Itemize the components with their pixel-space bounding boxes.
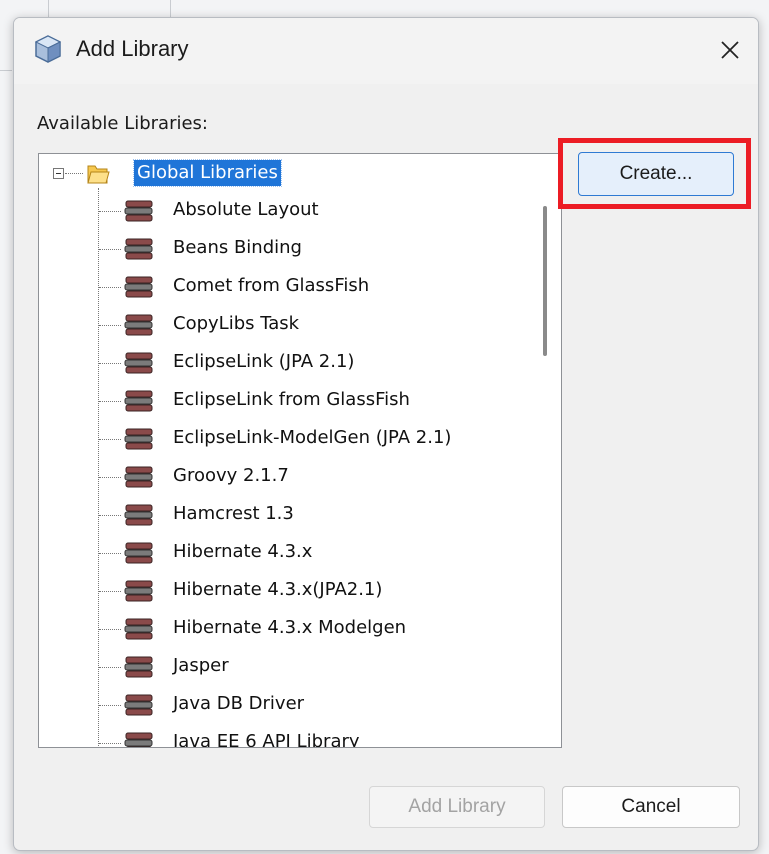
title-bar: Add Library: [14, 18, 758, 84]
library-books-icon: [124, 390, 153, 412]
library-item[interactable]: EclipseLink-ModelGen (JPA 2.1): [39, 420, 539, 458]
library-item[interactable]: CopyLibs Task: [39, 306, 539, 344]
library-books-icon: [124, 276, 153, 298]
library-item-label: Hibernate 4.3.x Modelgen: [173, 617, 407, 638]
library-books-icon: [124, 694, 153, 716]
library-item-label: Jasper: [173, 655, 229, 676]
library-item[interactable]: Hibernate 4.3.x Modelgen: [39, 610, 539, 648]
library-item-label: Java EE 6 API Library: [173, 731, 360, 748]
library-books-icon: [124, 580, 153, 602]
add-library-button[interactable]: Add Library: [369, 786, 545, 828]
library-item[interactable]: Beans Binding: [39, 230, 539, 268]
tree-connector: [65, 173, 83, 174]
library-item-label: Groovy 2.1.7: [173, 465, 289, 486]
library-books-icon: [124, 618, 153, 640]
library-item-label: Hibernate 4.3.x: [173, 541, 313, 562]
library-books-icon: [124, 504, 153, 526]
library-item[interactable]: Hamcrest 1.3: [39, 496, 539, 534]
library-books-icon: [124, 238, 153, 260]
library-item-label: Absolute Layout: [173, 199, 319, 220]
global-libraries-label: Global Libraries: [133, 159, 282, 187]
library-item-label: Java DB Driver: [173, 693, 305, 714]
close-icon: [721, 41, 739, 59]
folder-icon: [87, 165, 110, 184]
tree-node-global-libraries[interactable]: Global Libraries: [39, 154, 561, 192]
library-item-label: EclipseLink-ModelGen (JPA 2.1): [173, 427, 452, 448]
library-tree[interactable]: Global Libraries Absolute Layout Beans B…: [38, 153, 562, 748]
netbeans-cube-icon: [34, 35, 62, 63]
library-books-icon: [124, 428, 153, 450]
dialog-title: Add Library: [76, 36, 189, 61]
tree-scrollbar[interactable]: [543, 206, 547, 356]
create-button[interactable]: Create...: [578, 152, 734, 196]
library-item[interactable]: Groovy 2.1.7: [39, 458, 539, 496]
library-books-icon: [124, 352, 153, 374]
library-item-label: Comet from GlassFish: [173, 275, 370, 296]
available-libraries-label: Available Libraries:: [37, 113, 208, 134]
library-item-label: CopyLibs Task: [173, 313, 300, 334]
library-item-label: Hibernate 4.3.x(JPA2.1): [173, 579, 383, 600]
add-library-dialog: Add Library Available Libraries: Global …: [13, 17, 759, 851]
cancel-button[interactable]: Cancel: [562, 786, 740, 828]
library-books-icon: [124, 466, 153, 488]
close-button[interactable]: [712, 32, 748, 68]
library-item[interactable]: Absolute Layout: [39, 192, 539, 230]
library-item[interactable]: EclipseLink (JPA 2.1): [39, 344, 539, 382]
library-item-label: EclipseLink (JPA 2.1): [173, 351, 355, 372]
library-item[interactable]: Hibernate 4.3.x(JPA2.1): [39, 572, 539, 610]
library-item[interactable]: Hibernate 4.3.x: [39, 534, 539, 572]
library-item[interactable]: Java EE 6 API Library: [39, 724, 539, 748]
library-item-label: Beans Binding: [173, 237, 302, 258]
library-item[interactable]: Comet from GlassFish: [39, 268, 539, 306]
library-books-icon: [124, 200, 153, 222]
library-item[interactable]: Java DB Driver: [39, 686, 539, 724]
collapse-toggle-icon[interactable]: [53, 168, 64, 179]
library-item[interactable]: Jasper: [39, 648, 539, 686]
library-item-label: Hamcrest 1.3: [173, 503, 294, 524]
library-books-icon: [124, 314, 153, 336]
library-item-label: EclipseLink from GlassFish: [173, 389, 410, 410]
library-item[interactable]: EclipseLink from GlassFish: [39, 382, 539, 420]
library-books-icon: [124, 732, 153, 747]
library-books-icon: [124, 656, 153, 678]
library-books-icon: [124, 542, 153, 564]
